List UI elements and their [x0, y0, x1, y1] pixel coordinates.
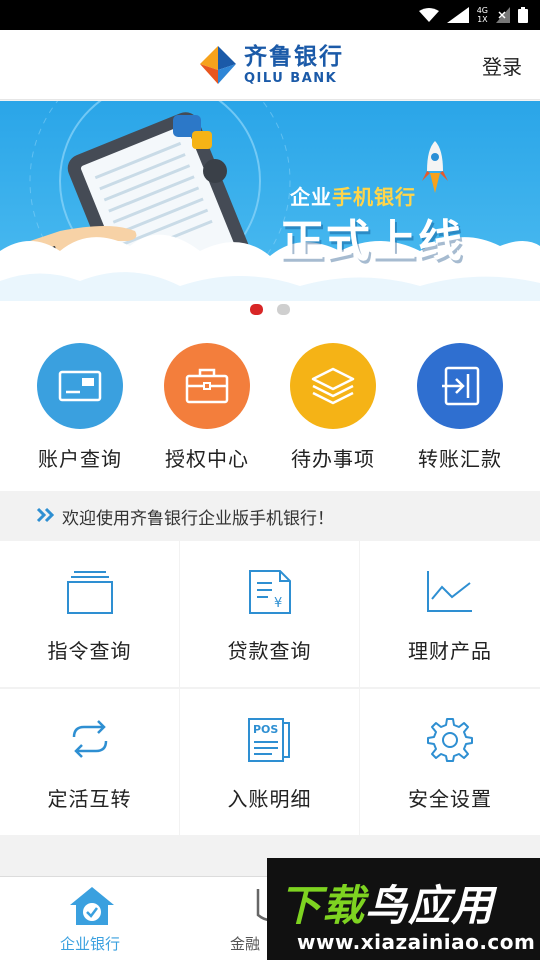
quick-action-circle: [37, 343, 123, 429]
card-icon: [58, 370, 102, 402]
quick-action-todo[interactable]: 待办事项: [268, 343, 398, 472]
home-icon: [70, 887, 114, 925]
function-grid: 指令查询 ¥ 贷款查询 理财产品 定活互转 POS 入账明细 安全设置: [0, 541, 540, 835]
watermark: 下载鸟应用 www.xiazainiao.com: [267, 858, 540, 960]
quick-action-label: 授权中心: [165, 447, 249, 471]
grid-item-label: 入账明细: [227, 787, 312, 811]
grid-item-instruction-query[interactable]: 指令查询: [0, 541, 179, 687]
logo-cn-text: 齐鲁银行: [244, 43, 344, 70]
briefcase-icon: [185, 368, 229, 404]
grid-item-label: 贷款查询: [227, 639, 312, 663]
grid-item-loan-query[interactable]: ¥ 贷款查询: [180, 541, 359, 687]
quick-actions: 账户查询 授权中心 待办事项 转账汇款: [0, 329, 540, 491]
watermark-title-right: 鸟应用: [365, 881, 495, 930]
grid-item-security-settings[interactable]: 安全设置: [360, 689, 540, 835]
quick-action-circle: [164, 343, 250, 429]
quick-action-label: 转账汇款: [418, 447, 502, 471]
grid-item-label: 安全设置: [408, 787, 492, 811]
layers-icon: [311, 367, 355, 405]
carousel-indicator: [250, 304, 290, 315]
quick-action-transfer[interactable]: 转账汇款: [395, 343, 525, 472]
grid-item-label: 定活互转: [47, 787, 132, 811]
line-chart-icon: [427, 571, 472, 612]
status-icons: 4G 1X: [418, 5, 528, 25]
welcome-notice: 欢迎使用齐鲁银行企业版手机银行！: [0, 491, 540, 541]
grid-item-label: 指令查询: [47, 639, 132, 663]
grid-item-credit-details[interactable]: POS 入账明细: [180, 689, 359, 835]
qilu-logo-icon: [200, 46, 236, 84]
watermark-title: 下载鸟应用: [279, 872, 494, 933]
grid-item-wealth-products[interactable]: 理财产品: [360, 541, 540, 687]
svg-text:POS: POS: [253, 723, 278, 736]
stack-icon: [66, 571, 113, 614]
login-button[interactable]: 登录: [482, 51, 522, 80]
quick-action-circle: [290, 343, 376, 429]
banner-title: 正式上线: [280, 216, 464, 267]
logo-en-text: QILU BANK: [244, 70, 338, 86]
quick-action-account-query[interactable]: 账户查询: [15, 343, 145, 472]
watermark-url: www.xiazainiao.com: [297, 930, 536, 954]
carousel-dot-2[interactable]: [277, 304, 290, 315]
no-signal-icon: [496, 7, 510, 23]
double-chevron-icon: [36, 507, 54, 523]
grid-item-label: 理财产品: [408, 639, 492, 663]
network-indicator: 4G 1X: [476, 6, 488, 24]
carousel-dot-1[interactable]: [250, 304, 263, 315]
app-header: 齐鲁银行 QILU BANK 登录: [0, 30, 540, 100]
quick-action-authorization[interactable]: 授权中心: [142, 343, 272, 472]
quick-action-circle: [417, 343, 503, 429]
signal-icon: [446, 7, 469, 23]
swap-arrows-icon: [72, 720, 107, 758]
promo-banner[interactable]: 企业手机银行 正式上线: [0, 101, 540, 329]
wifi-icon: [418, 8, 439, 22]
watermark-title-left: 下载: [279, 881, 366, 930]
status-bar: 4G 1X: [0, 0, 540, 30]
welcome-text: 欢迎使用齐鲁银行企业版手机银行！: [62, 508, 334, 529]
svg-text:¥: ¥: [274, 596, 282, 611]
transfer-icon: [442, 366, 480, 406]
grid-item-deposit-switch[interactable]: 定活互转: [0, 689, 179, 835]
pos-receipt-icon: POS: [247, 718, 290, 762]
bank-logo: 齐鲁银行 QILU BANK: [198, 44, 344, 86]
quick-action-label: 账户查询: [38, 447, 122, 471]
quick-action-label: 待办事项: [291, 447, 375, 471]
gear-icon: [427, 718, 473, 762]
loan-document-icon: ¥: [248, 570, 291, 614]
battery-icon: [518, 7, 528, 23]
